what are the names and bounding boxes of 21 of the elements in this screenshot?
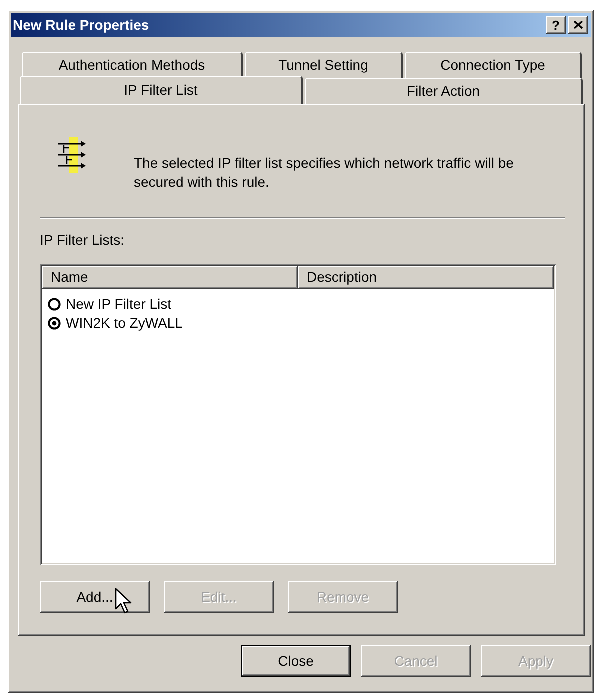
description-text: The selected IP filter list specifies which network traffic will be secured with this rule. — [134, 154, 515, 192]
tab[interactable]: Authentication Methods — [22, 52, 243, 78]
close-icon — [574, 21, 582, 29]
tab[interactable]: Filter Action — [305, 78, 583, 104]
tab[interactable]: IP Filter List — [20, 76, 303, 104]
mouse-pointer-icon — [115, 588, 133, 615]
tab[interactable]: Tunnel Setting — [245, 52, 403, 78]
window-close-button[interactable] — [568, 16, 588, 34]
list-label: IP Filter Lists: — [40, 232, 125, 249]
column-header[interactable]: Name — [42, 266, 298, 289]
button[interactable]: Add... — [40, 581, 150, 613]
list-item[interactable]: WIN2K to ZyWALL — [65, 315, 184, 332]
list-item[interactable]: New IP Filter List — [65, 296, 173, 313]
filter-arrows-icon — [55, 136, 87, 174]
radio-empty-icon[interactable] — [48, 298, 61, 311]
window-title: New Rule Properties — [13, 18, 150, 32]
column-header[interactable]: Description — [298, 266, 554, 289]
radio-selected-icon[interactable] — [48, 317, 61, 330]
tab[interactable]: Connection Type — [405, 52, 582, 78]
default-button[interactable]: Close — [241, 645, 351, 677]
help-button[interactable]: ? — [546, 16, 566, 34]
